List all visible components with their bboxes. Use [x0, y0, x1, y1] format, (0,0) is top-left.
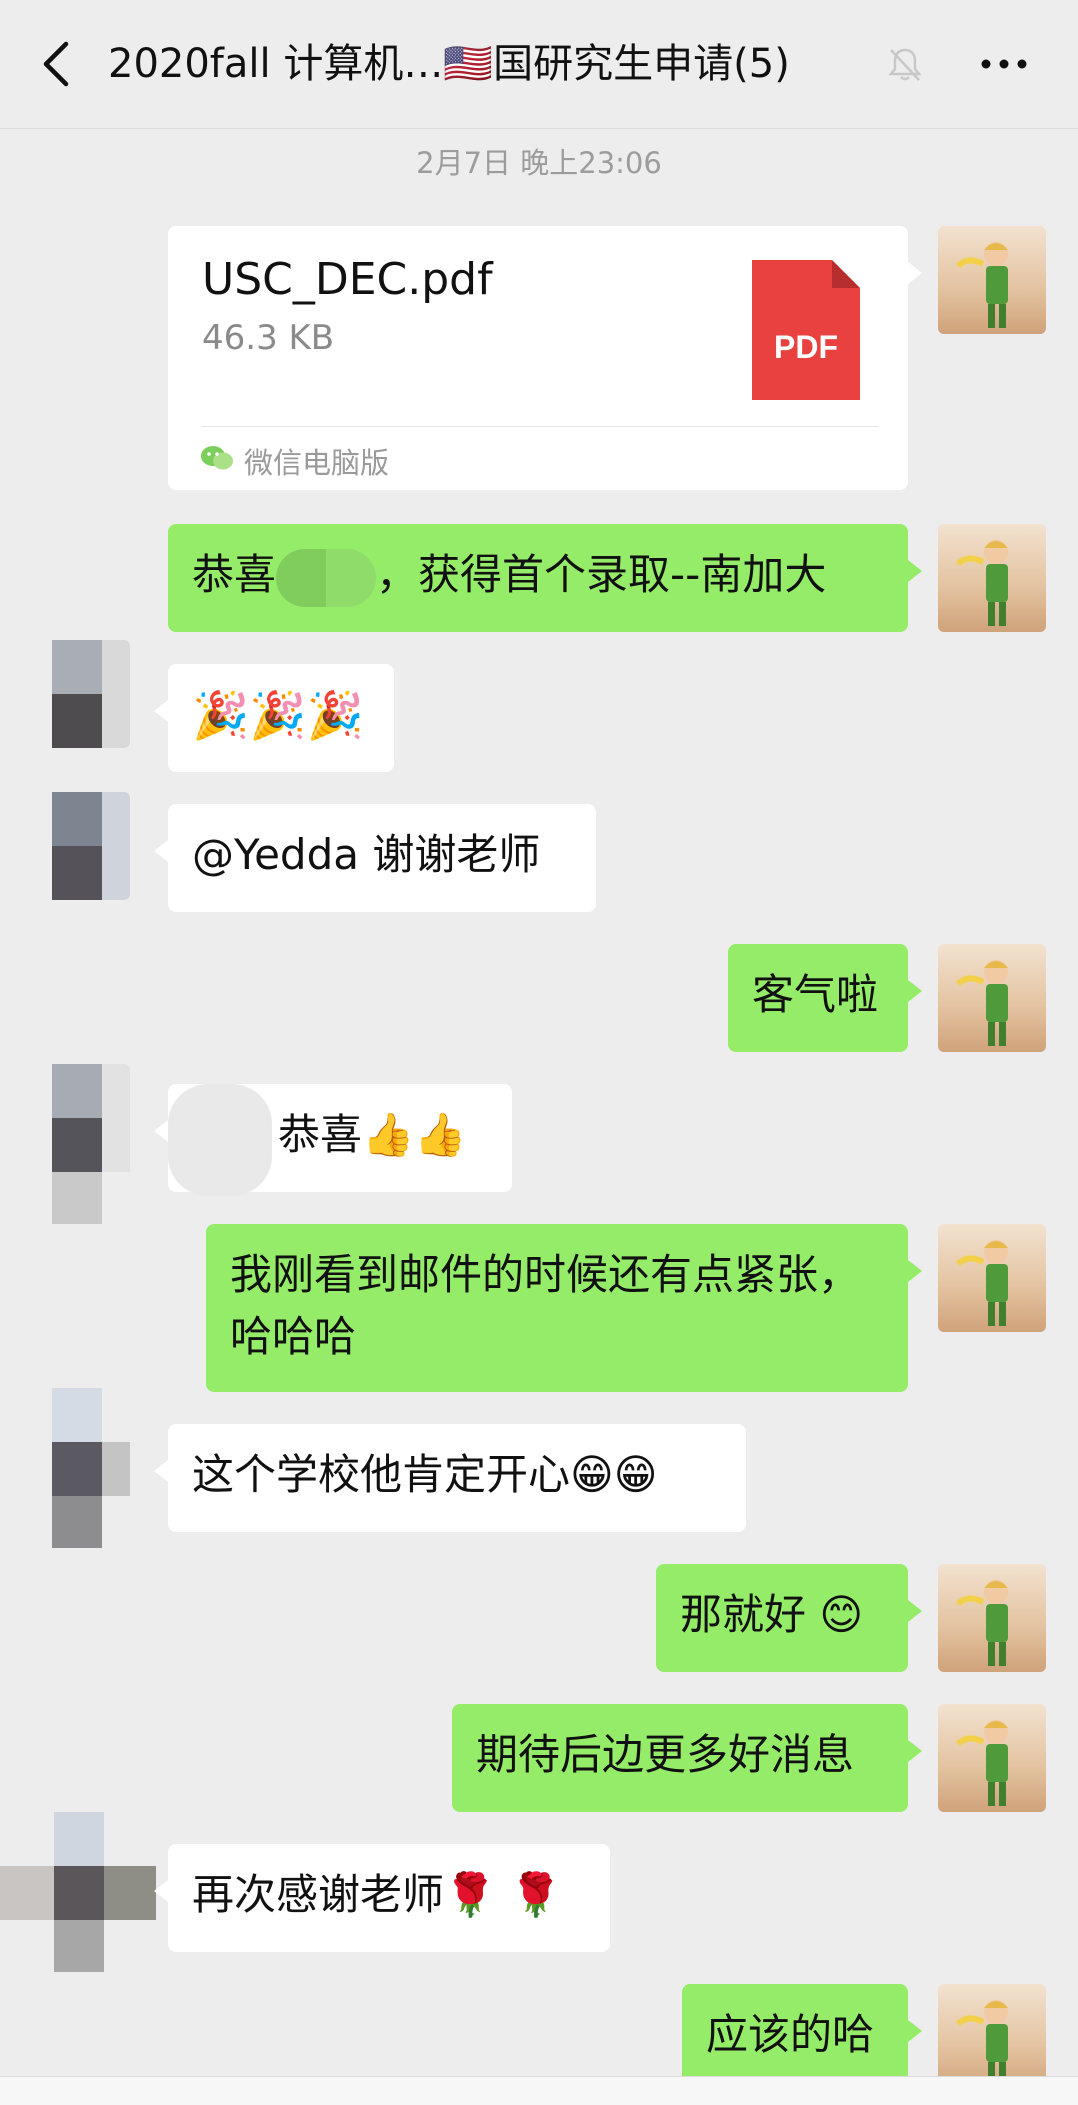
file-size: 46.3 KB	[202, 318, 335, 358]
my-avatar[interactable]	[938, 944, 1046, 1052]
contact-avatar-blurred[interactable]	[0, 1812, 156, 1972]
file-name: USC_DEC.pdf	[202, 254, 493, 305]
contact-avatar-blurred[interactable]	[22, 1388, 130, 1548]
input-bar-edge	[0, 2076, 1078, 2105]
file-source-label: 微信电脑版	[244, 446, 390, 480]
pdf-label: PDF	[774, 329, 838, 365]
pdf-file-icon: PDF	[752, 260, 860, 400]
wechat-logo-icon	[201, 446, 233, 470]
message-text: @Yedda 谢谢老师	[192, 830, 541, 879]
message-text: 客气啦	[752, 970, 879, 1019]
party-popper-emojis: 🎉🎉🎉	[192, 688, 364, 742]
message-text: ，获得首个录取--南加大	[376, 550, 827, 599]
message-bubble-other[interactable]: 再次感谢老师🌹 🌹	[154, 1844, 610, 1952]
message-text-line1: 我刚看到邮件的时候还有点紧张，	[230, 1250, 861, 1299]
message-bubble-mine[interactable]: 期待后边更多好消息	[452, 1704, 922, 1812]
my-avatar[interactable]	[938, 1224, 1046, 1332]
message-text: 恭喜	[192, 550, 277, 599]
message-timestamp: 2月7日 晚上23:06	[416, 146, 662, 180]
redacted-name-blur	[276, 548, 377, 607]
mute-bell-icon	[888, 48, 922, 81]
more-options-icon[interactable]	[976, 44, 1032, 84]
contact-avatar-blurred[interactable]	[22, 792, 130, 900]
message-text: 期待后边更多好消息	[476, 1730, 855, 1779]
file-card-divider	[202, 426, 878, 427]
message-text: 这个学校他肯定开心😁😁	[192, 1450, 658, 1499]
message-bubble-other[interactable]: 这个学校他肯定开心😁😁	[154, 1424, 746, 1532]
message-bubble-mine[interactable]: 我刚看到邮件的时候还有点紧张， 哈哈哈	[206, 1224, 922, 1392]
redacted-mention-blur	[168, 1084, 272, 1196]
message-bubble-mine[interactable]: 客气啦	[728, 944, 922, 1052]
message-text: 恭喜👍👍	[278, 1110, 467, 1159]
message-bubble-other[interactable]: 🎉🎉🎉	[154, 664, 394, 772]
file-message-card[interactable]: USC_DEC.pdf 46.3 KB PDF 微信电脑版	[168, 226, 922, 490]
my-avatar[interactable]	[938, 1564, 1046, 1672]
my-avatar[interactable]	[938, 1704, 1046, 1812]
message-bubble-other[interactable]: 恭喜👍👍	[154, 1084, 512, 1196]
message-bubble-mine[interactable]: 那就好 😊	[656, 1564, 922, 1672]
contact-avatar-blurred[interactable]	[22, 1064, 130, 1224]
message-text: 应该的哈	[706, 2010, 875, 2059]
message-text: 那就好 😊	[680, 1590, 864, 1639]
my-avatar[interactable]	[938, 524, 1046, 632]
message-text: 再次感谢老师🌹 🌹	[192, 1870, 562, 1919]
message-bubble-other[interactable]: @Yedda 谢谢老师	[154, 804, 596, 912]
chat-title: 2020fall 计算机…🇺🇸国研究生申请(5)	[108, 41, 790, 87]
contact-avatar-blurred[interactable]	[22, 640, 130, 748]
message-text-line2: 哈哈哈	[230, 1312, 357, 1361]
my-avatar[interactable]	[938, 226, 1046, 334]
chat-header: 2020fall 计算机…🇺🇸国研究生申请(5)	[0, 0, 1078, 129]
message-bubble-mine[interactable]: 恭喜 ，获得首个录取--南加大	[168, 524, 922, 632]
back-chevron-icon[interactable]	[36, 40, 80, 88]
